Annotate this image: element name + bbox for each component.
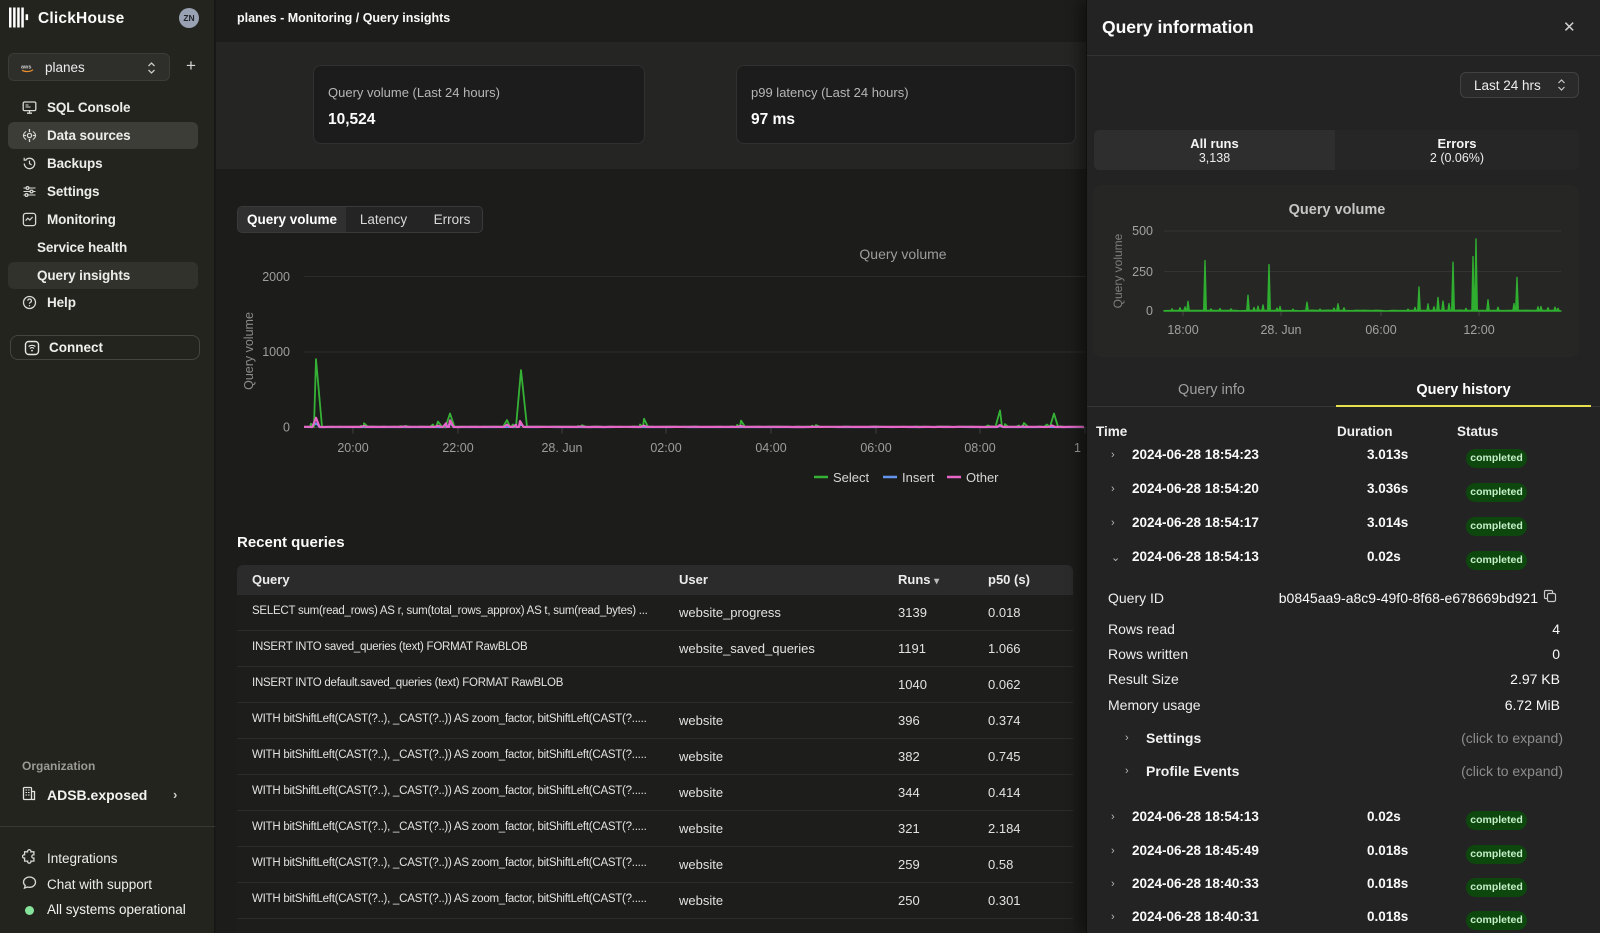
svg-text:Other: Other bbox=[966, 470, 999, 485]
svg-text:28. Jun: 28. Jun bbox=[541, 441, 582, 455]
svg-text:Query volume: Query volume bbox=[1111, 233, 1125, 308]
svg-text:20:00: 20:00 bbox=[337, 441, 368, 455]
svg-text:22:00: 22:00 bbox=[442, 441, 473, 455]
svg-text:aws: aws bbox=[21, 65, 31, 71]
svg-text:0: 0 bbox=[283, 421, 290, 435]
svg-text:Query volume: Query volume bbox=[242, 312, 256, 390]
svg-text:12:00: 12:00 bbox=[1463, 323, 1494, 337]
svg-text:28. Jun: 28. Jun bbox=[1260, 323, 1301, 337]
svg-text:06:00: 06:00 bbox=[1365, 323, 1396, 337]
svg-text:500: 500 bbox=[1132, 224, 1153, 238]
svg-text:Select: Select bbox=[833, 470, 870, 485]
svg-text:08:00: 08:00 bbox=[964, 441, 995, 455]
svg-text:1000: 1000 bbox=[262, 345, 290, 359]
svg-text:06:00: 06:00 bbox=[860, 441, 891, 455]
svg-text:18:00: 18:00 bbox=[1167, 323, 1198, 337]
svg-text:0: 0 bbox=[1146, 304, 1153, 318]
svg-text:1: 1 bbox=[1074, 441, 1081, 455]
svg-text:Insert: Insert bbox=[902, 470, 935, 485]
svg-text:02:00: 02:00 bbox=[650, 441, 681, 455]
svg-text:04:00: 04:00 bbox=[755, 441, 786, 455]
svg-text:2000: 2000 bbox=[262, 270, 290, 284]
svg-text:250: 250 bbox=[1132, 265, 1153, 279]
